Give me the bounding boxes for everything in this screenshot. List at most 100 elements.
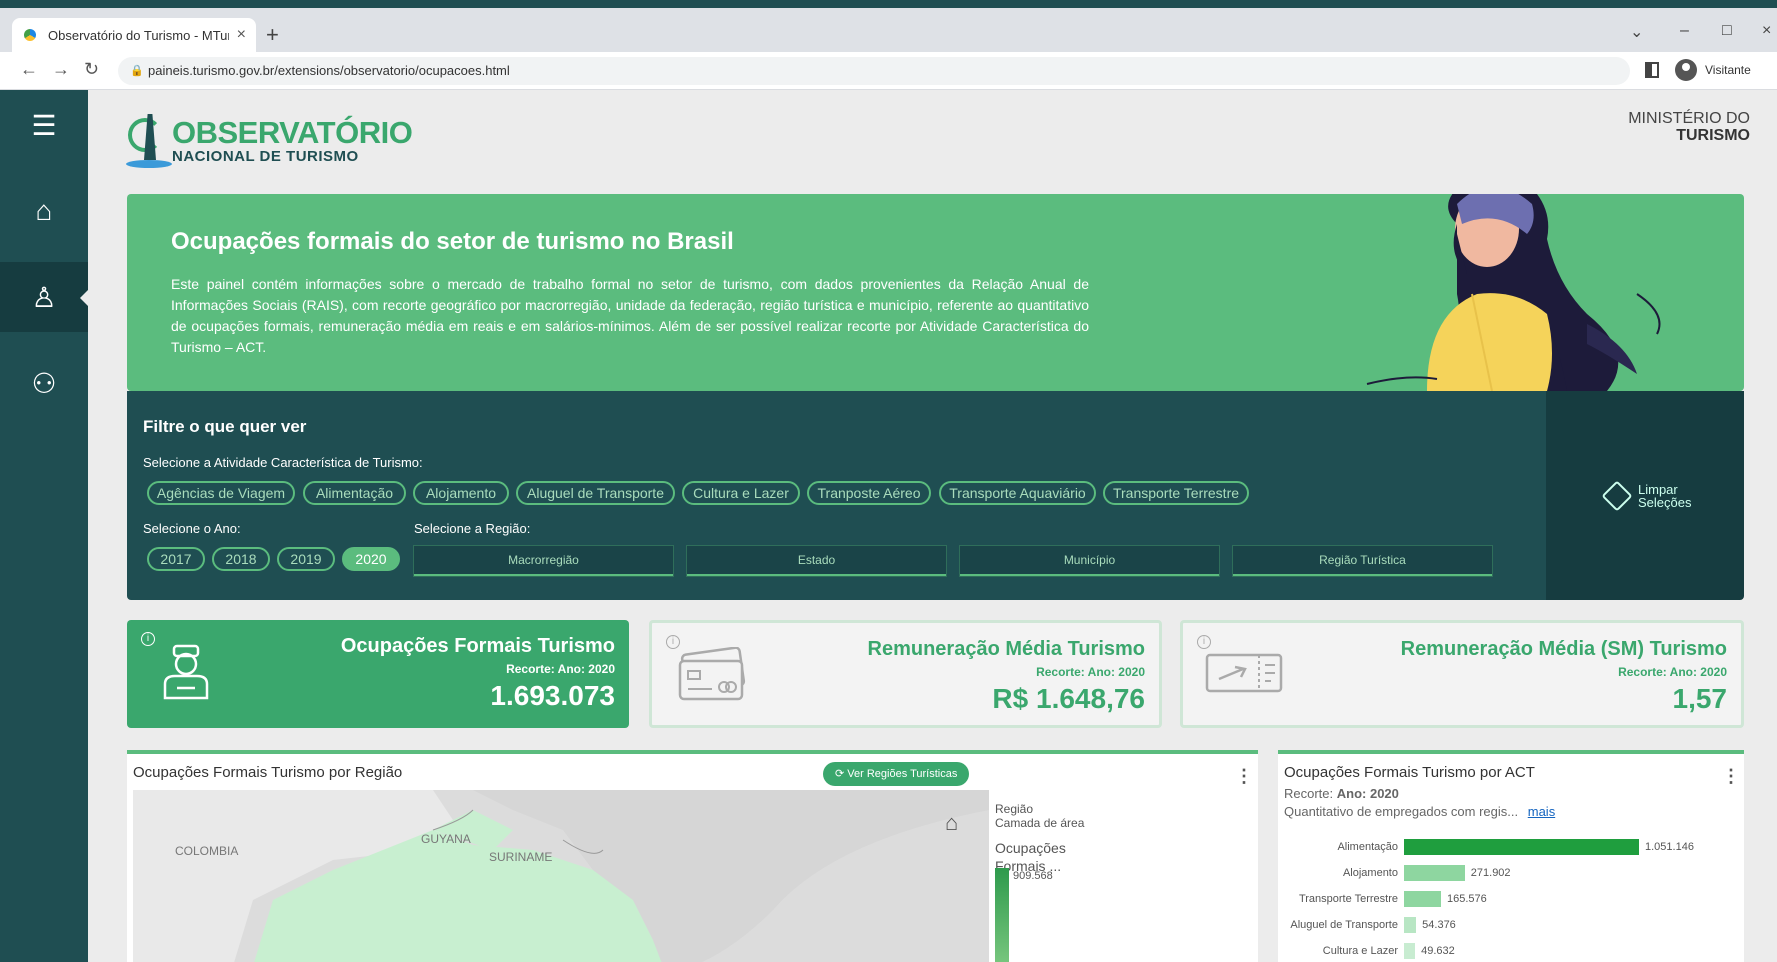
act-bar[interactable] [1404,865,1465,881]
recorte-label: Recorte: [1284,786,1334,801]
chip-alojamento[interactable]: Alojamento [413,481,509,505]
map-label-suriname: SURINAME [489,850,553,864]
clear-selections-button[interactable]: Limpar Seleções [1601,480,1692,512]
legend-layer: Camada de área [995,816,1085,830]
region-filter-label: Selecione a Região: [414,521,531,536]
year-filter-label: Selecione o Ano: [143,521,241,536]
act-description: Quantitativo de empregados com regis... … [1284,804,1555,819]
kpi-title: Remuneração Média (SM) Turismo [1400,638,1727,660]
sidebar-menu-toggle[interactable]: ☰ [0,90,88,160]
map-label-guyana: GUYANA [421,832,471,846]
woman-illustration [1366,194,1661,391]
more-link[interactable]: mais [1528,804,1555,819]
act-bar[interactable] [1404,917,1417,933]
act-bar-value: 54.376 [1422,919,1456,931]
chip-aluguel-de-transporte[interactable]: Aluguel de Transporte [516,481,675,505]
kpi-ocupacoes-formais: i Ocupações Formais Turismo Recorte: Ano… [127,620,629,728]
act-bar-label: Alojamento [1342,867,1398,879]
kpi-subtitle: Recorte: Ano: 2020 [1618,665,1727,679]
sidebar-item-ocupacoes[interactable]: ♙ [0,262,88,332]
profile-label: Visitante [1705,63,1751,77]
region-map[interactable]: COLOMBIA GUYANA SURINAME ⌂ [133,790,989,962]
new-tab-button[interactable]: + [266,22,279,48]
reload-button[interactable]: ↻ [84,59,99,80]
map-card: Ocupações Formais Turismo por Região ⟳ V… [127,750,1258,962]
ministry-line2: TURISMO [1676,127,1750,144]
clear-label-line2: Seleções [1638,495,1692,510]
credit-card-icon [678,647,746,701]
kpi-remuneracao-media-sm: i Remuneração Média (SM) Turismo Recorte… [1180,620,1744,728]
browser-toolbar: ← → ↻ 🔒 paineis.turismo.gov.br/extension… [0,52,1777,90]
info-icon[interactable]: i [141,632,155,646]
minimize-button[interactable]: – [1680,22,1689,40]
url-text: paineis.turismo.gov.br/extensions/observ… [148,63,510,78]
chip-transporte-aereo[interactable]: Tranposte Aéreo [807,481,931,505]
ministry-label: MINISTÉRIO DO TURISMO [1628,110,1750,144]
profile-button[interactable]: Visitante [1675,59,1751,81]
map-more-menu[interactable]: ⋮ [1235,766,1253,787]
logo-subtitle: NACIONAL DE TURISMO [172,147,359,165]
ticket-icon [1205,653,1283,693]
chip-transporte-terrestre[interactable]: Transporte Terrestre [1103,481,1249,505]
region-regiao-turistica-button[interactable]: Região Turística [1233,546,1492,576]
window-close-button[interactable]: × [1762,22,1771,40]
chip-transporte-aquaviario[interactable]: Transporte Aquaviário [939,481,1096,505]
home-icon: ⌂ [35,195,53,226]
region-municipio-button[interactable]: Município [960,546,1219,576]
chip-year-2018[interactable]: 2018 [212,547,270,571]
forward-button[interactable]: → [52,59,70,80]
act-bar[interactable] [1404,891,1442,907]
act-bar-row[interactable]: Alimentação 1.051.146 [1278,838,1738,856]
back-button[interactable]: ← [20,59,38,80]
map-land [133,790,989,962]
maximize-button[interactable]: □ [1722,22,1732,40]
map-home-icon[interactable]: ⌂ [945,810,958,836]
region-macrorregiao-button[interactable]: Macrorregião [414,546,673,576]
sidebar-item-home[interactable]: ⌂ [0,176,88,246]
kpi-value: R$ 1.648,76 [992,683,1145,714]
act-more-menu[interactable]: ⋮ [1722,766,1740,787]
page-description: Este painel contém informações sobre o m… [171,276,1089,355]
info-icon[interactable]: i [1197,635,1211,649]
worker-icon: ♙ [31,281,57,313]
browser-tabstrip: Observatório do Turismo - MTur × + ⌄ – □… [0,0,1777,52]
chip-year-2019[interactable]: 2019 [277,547,335,571]
act-bar-row[interactable]: Cultura e Lazer 49.632 [1278,942,1738,960]
act-bar-value: 165.576 [1447,893,1487,905]
lock-icon: 🔒 [130,65,144,77]
filter-title: Filtre o que quer ver [143,417,307,436]
act-bar-value: 271.902 [1470,867,1511,879]
chip-year-2017[interactable]: 2017 [147,547,205,571]
browser-tab[interactable]: Observatório do Turismo - MTur × [12,18,256,52]
address-bar[interactable]: 🔒 paineis.turismo.gov.br/extensions/obse… [118,57,1630,85]
chip-year-2020[interactable]: 2020 [342,547,400,571]
observatorio-logo[interactable]: OBSERVATÓRIO NACIONAL DE TURISMO [126,108,413,174]
chip-cultura-e-lazer[interactable]: Cultura e Lazer [682,481,800,505]
kpi-title: Ocupações Formais Turismo [340,635,615,657]
act-bar-row[interactable]: Aluguel de Transporte 54.376 [1278,916,1738,934]
chip-alimentacao[interactable]: Alimentação [303,481,406,505]
chip-agencias-de-viagem[interactable]: Agências de Viagem [147,481,295,505]
region-estado-button[interactable]: Estado [687,546,946,576]
worker-icon [163,644,209,700]
main-content: OBSERVATÓRIO NACIONAL DE TURISMO MINISTÉ… [88,90,1777,962]
tab-title: Observatório do Turismo - MTur [48,27,229,43]
act-bar-row[interactable]: Transporte Terrestre 165.576 [1278,890,1738,908]
act-bar[interactable] [1404,839,1639,855]
kpi-value: 1,57 [1672,683,1728,714]
act-recorte: Recorte: Ano: 2020 [1284,786,1399,801]
ver-regioes-label: Ver Regiões Turísticas [847,768,958,780]
sidebar-item-group[interactable]: ⚇ [0,348,88,418]
act-bar-value: 49.632 [1421,945,1455,957]
side-panel-icon[interactable] [1645,62,1659,78]
act-bar[interactable] [1404,943,1416,959]
lighthouse-logo-icon [126,108,172,174]
act-bar-row[interactable]: Alojamento 271.902 [1278,864,1738,882]
menu-icon: ☰ [31,109,57,141]
tab-search-chevron-icon[interactable]: ⌄ [1630,22,1643,42]
act-bar-label: Transporte Terrestre [1298,893,1398,905]
recorte-value: Ano: 2020 [1336,786,1399,801]
tab-close-icon[interactable]: × [237,26,246,44]
filter-panel: Filtre o que quer ver Selecione a Ativid… [127,391,1546,600]
ver-regioes-turisticas-button[interactable]: ⟳ Ver Regiões Turísticas [823,762,970,786]
